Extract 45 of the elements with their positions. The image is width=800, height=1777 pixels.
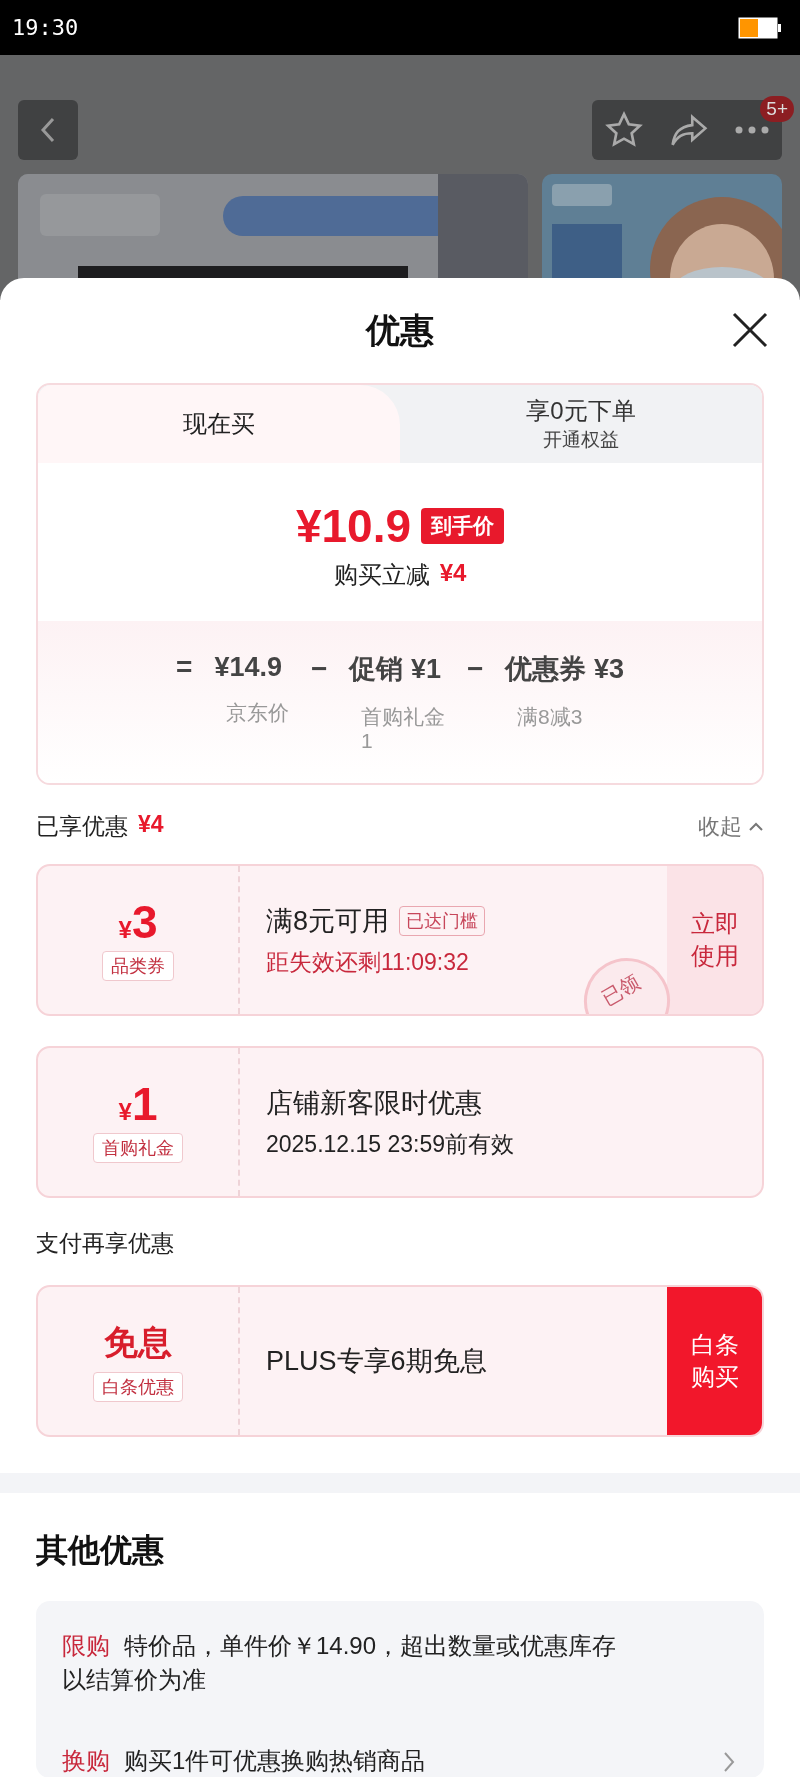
coupon-headline: 免息 <box>104 1322 172 1364</box>
coupon-subtitle: 距失效还剩11:09:32 <box>266 947 470 977</box>
collapse-button[interactable]: 收起 <box>698 811 764 842</box>
use-coupon-button[interactable]: 白条购买 <box>667 1287 762 1436</box>
battery-icon <box>738 16 782 39</box>
star-icon[interactable] <box>604 110 645 150</box>
formula-value: ¥14.9 <box>214 652 282 683</box>
operator: − <box>311 653 328 685</box>
coupon-amount: ¥1 <box>118 1081 158 1128</box>
coupon-title: 店铺新客限时优惠 <box>266 1086 482 1120</box>
status-time: 19:30 <box>12 15 79 40</box>
caret-icon <box>748 821 764 832</box>
offer-text: 换购 购买1件可优惠换购热销商品 <box>62 1746 427 1777</box>
formula-value: 优惠券 ¥3 <box>505 653 624 686</box>
coupon-subtitle: 2025.12.15 23:59前有效 <box>266 1129 516 1159</box>
offer-text: 限购 特价品，单件价￥14.90，超出数量或优惠库存以结算价为准 <box>62 1631 618 1695</box>
coupon-title: 满8元可用 <box>266 904 390 938</box>
formula-note: 首购礼金 1 <box>361 705 446 754</box>
coupon-type-tag: 品类券 <box>102 951 174 982</box>
back-icon <box>40 116 56 144</box>
saving-label: 购买立减 <box>333 560 430 590</box>
coupon-type-tag: 白条优惠 <box>93 1372 183 1403</box>
tab[interactable]: 现在买 <box>38 385 400 463</box>
operator: − <box>467 653 484 685</box>
final-price: ¥10.9 <box>295 499 412 553</box>
section-title: 支付再享优惠 <box>36 1229 175 1259</box>
applied-label: 已享优惠 <box>36 812 128 842</box>
use-coupon-button[interactable]: 立即使用 <box>667 866 762 1015</box>
coupon-title: PLUS专享6期免息 <box>266 1345 487 1379</box>
more-icon[interactable] <box>733 125 770 135</box>
coupon-type-tag: 首购礼金 <box>93 1133 183 1164</box>
applied-amount: ¥4 <box>138 811 164 840</box>
threshold-tag: 已达门槛 <box>399 905 486 936</box>
back-button[interactable] <box>18 100 78 160</box>
formula-note: 京东价 <box>226 701 290 726</box>
saving-amount: ¥4 <box>439 559 467 588</box>
formula-note: 满8减3 <box>517 705 584 730</box>
notification-badge: 5+ <box>760 96 794 122</box>
operator: = <box>176 651 193 683</box>
section-title: 其他优惠 <box>36 1531 165 1571</box>
share-icon[interactable] <box>669 112 709 148</box>
formula-value: 促销 ¥1 <box>349 653 441 686</box>
sheet-title: 优惠 <box>366 309 434 351</box>
price-tag: 到手价 <box>421 508 505 544</box>
coupon-amount: ¥3 <box>118 899 158 946</box>
